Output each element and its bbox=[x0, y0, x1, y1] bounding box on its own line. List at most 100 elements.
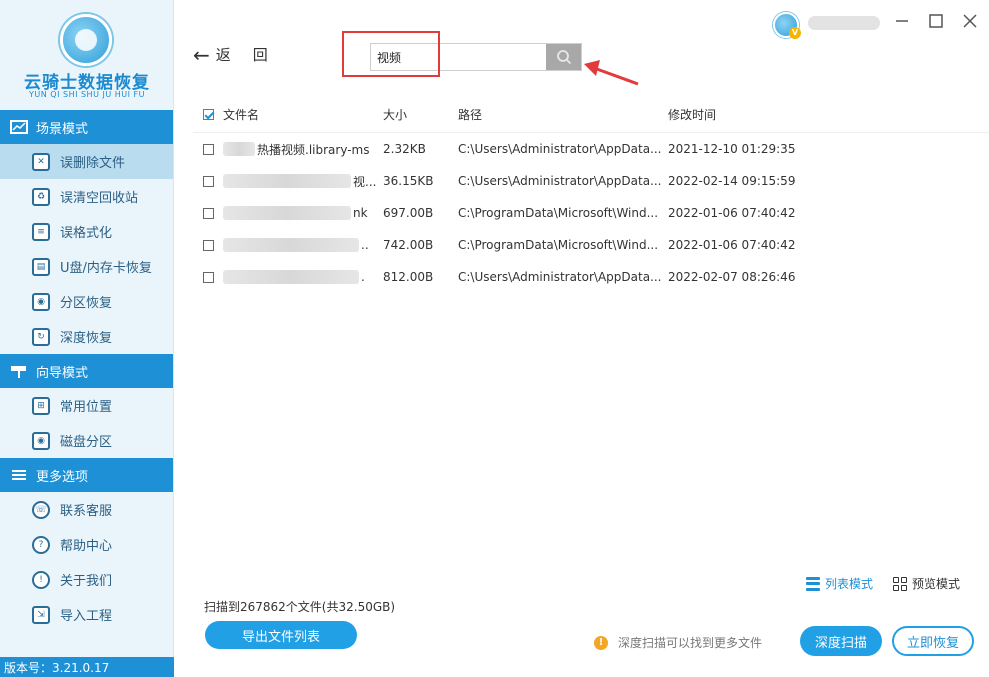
section-title: 更多选项 bbox=[36, 469, 89, 485]
file-time: 2022-02-14 09:15:59 bbox=[668, 174, 796, 188]
deep-scan-tip-text: 深度扫描可以找到更多文件 bbox=[618, 636, 763, 650]
maximize-icon bbox=[929, 14, 943, 28]
version-label: 版本号：3.21.0.17 bbox=[0, 657, 174, 677]
recycle-icon: ♻ bbox=[32, 187, 50, 206]
file-time: 2021-12-10 01:29:35 bbox=[668, 142, 796, 156]
preview-mode-label: 预览模式 bbox=[912, 577, 961, 591]
sidebar-item-label: 磁盘分区 bbox=[60, 435, 113, 450]
signpost-icon bbox=[11, 366, 26, 378]
window-controls bbox=[893, 12, 979, 30]
table-row[interactable]: .. 742.00B C:\ProgramData\Microsoft\Wind… bbox=[193, 229, 989, 261]
sidebar-item-label: 联系客服 bbox=[60, 504, 113, 519]
sidebar-item-label: 误删除文件 bbox=[60, 156, 126, 171]
redacted-text bbox=[223, 142, 255, 156]
table-row[interactable]: 热播视频.library-ms 2.32KB C:\Users\Administ… bbox=[193, 133, 989, 165]
sidebar-item-usb[interactable]: ▤ U盘/内存卡恢复 bbox=[0, 249, 173, 284]
file-size: 2.32KB bbox=[383, 142, 426, 156]
select-all-checkbox[interactable] bbox=[202, 108, 214, 120]
section-title: 向导模式 bbox=[36, 365, 89, 381]
list-view-icon bbox=[806, 576, 820, 591]
sidebar-item-partition[interactable]: ◉ 分区恢复 bbox=[0, 284, 173, 319]
file-name: 视... bbox=[353, 174, 377, 189]
sidebar-item-contact[interactable]: ☏ 联系客服 bbox=[0, 492, 173, 527]
section-more-options: 更多选项 bbox=[0, 458, 173, 492]
list-mode-label: 列表模式 bbox=[825, 577, 874, 591]
sidebar-item-about[interactable]: ! 关于我们 bbox=[0, 562, 173, 597]
row-checkbox[interactable] bbox=[202, 143, 214, 155]
list-mode-button[interactable]: 列表模式 bbox=[806, 575, 873, 592]
table-row[interactable]: nk 697.00B C:\ProgramData\Microsoft\Wind… bbox=[193, 197, 989, 229]
header-name[interactable]: 文件名 bbox=[223, 106, 383, 123]
file-path: C:\Users\Administrator\AppData... bbox=[458, 142, 662, 156]
table-row[interactable]: 视... 36.15KB C:\Users\Administrator\AppD… bbox=[193, 165, 989, 197]
redacted-text bbox=[223, 270, 359, 284]
file-name: nk bbox=[353, 206, 368, 220]
arrow-left-icon: ← bbox=[193, 42, 210, 67]
recover-now-button[interactable]: 立即恢复 bbox=[892, 626, 974, 656]
annotation-arrow-icon bbox=[584, 60, 639, 86]
minimize-button[interactable] bbox=[893, 12, 911, 30]
windows-icon: ⊞ bbox=[32, 396, 50, 415]
back-button[interactable]: ← 返回 bbox=[193, 44, 290, 65]
file-size: 697.00B bbox=[383, 206, 434, 220]
header-path[interactable]: 路径 bbox=[458, 106, 668, 123]
sidebar-item-label: 误格式化 bbox=[60, 226, 113, 241]
user-avatar[interactable]: V bbox=[773, 12, 801, 39]
vip-badge-icon: V bbox=[789, 27, 801, 39]
logo-subtitle: YUN QI SHI SHU JU HUI FU bbox=[29, 90, 145, 99]
back-label: 返回 bbox=[215, 46, 290, 64]
file-name: 热播视频.library-ms bbox=[257, 142, 370, 157]
minimize-icon bbox=[896, 20, 908, 22]
table-row[interactable]: . 812.00B C:\Users\Administrator\AppData… bbox=[193, 261, 989, 293]
sidebar-item-label: 帮助中心 bbox=[60, 539, 113, 554]
annotation-highlight-box bbox=[342, 31, 440, 77]
sidebar-item-label: 分区恢复 bbox=[60, 296, 113, 311]
username-redacted bbox=[808, 16, 880, 30]
sd-card-icon: ▤ bbox=[32, 257, 50, 276]
sidebar-item-import[interactable]: ⇲ 导入工程 bbox=[0, 597, 173, 632]
sidebar-item-deep-recovery[interactable]: ↻ 深度恢复 bbox=[0, 319, 173, 354]
redacted-text bbox=[223, 206, 351, 220]
deep-scan-button[interactable]: 深度扫描 bbox=[800, 626, 882, 656]
sidebar-item-common-location[interactable]: ⊞ 常用位置 bbox=[0, 388, 173, 423]
redacted-text bbox=[223, 174, 351, 188]
sidebar-item-label: 常用位置 bbox=[60, 400, 113, 415]
format-icon: ≡ bbox=[32, 222, 50, 241]
disk-icon: ◉ bbox=[32, 292, 50, 311]
section-title: 场景模式 bbox=[36, 121, 89, 137]
section-scene-mode: 场景模式 bbox=[0, 110, 173, 144]
view-mode-toggle: 列表模式 预览模式 bbox=[806, 575, 960, 592]
row-checkbox[interactable] bbox=[202, 207, 214, 219]
file-path: C:\Users\Administrator\AppData... bbox=[458, 270, 662, 284]
deep-scan-tip: ! 深度扫描可以找到更多文件 bbox=[594, 634, 762, 651]
sidebar-item-recycle-bin[interactable]: ♻ 误清空回收站 bbox=[0, 179, 173, 214]
preview-mode-button[interactable]: 预览模式 bbox=[893, 575, 960, 592]
close-icon bbox=[963, 14, 977, 28]
header-size[interactable]: 大小 bbox=[383, 106, 458, 123]
sidebar-item-label: 关于我们 bbox=[60, 574, 113, 589]
close-button[interactable] bbox=[961, 12, 979, 30]
sidebar-item-label: 误清空回收站 bbox=[60, 191, 139, 206]
import-icon: ⇲ bbox=[32, 605, 50, 624]
sidebar-item-label: U盘/内存卡恢复 bbox=[60, 261, 152, 276]
maximize-button[interactable] bbox=[927, 12, 945, 30]
header-time[interactable]: 修改时间 bbox=[668, 106, 868, 123]
sidebar-item-format[interactable]: ≡ 误格式化 bbox=[0, 214, 173, 249]
export-list-button[interactable]: 导出文件列表 bbox=[205, 621, 357, 649]
search-button[interactable] bbox=[546, 44, 581, 70]
file-time: 2022-01-06 07:40:42 bbox=[668, 206, 796, 220]
file-size: 36.15KB bbox=[383, 174, 434, 188]
logo: 云骑士数据恢复 YUN QI SHI SHU JU HUI FU bbox=[0, 0, 173, 110]
file-path: C:\Users\Administrator\AppData... bbox=[458, 174, 662, 188]
row-checkbox[interactable] bbox=[202, 271, 214, 283]
sidebar-item-deleted-files[interactable]: ✕ 误删除文件 bbox=[0, 144, 173, 179]
logo-icon bbox=[60, 14, 112, 66]
sidebar-item-label: 导入工程 bbox=[60, 609, 113, 624]
sidebar-item-disk-partition[interactable]: ◉ 磁盘分区 bbox=[0, 423, 173, 458]
file-name: . bbox=[361, 270, 365, 284]
row-checkbox[interactable] bbox=[202, 175, 214, 187]
sidebar-item-label: 深度恢复 bbox=[60, 331, 113, 346]
redacted-text bbox=[223, 238, 359, 252]
sidebar-item-help[interactable]: ? 帮助中心 bbox=[0, 527, 173, 562]
row-checkbox[interactable] bbox=[202, 239, 214, 251]
